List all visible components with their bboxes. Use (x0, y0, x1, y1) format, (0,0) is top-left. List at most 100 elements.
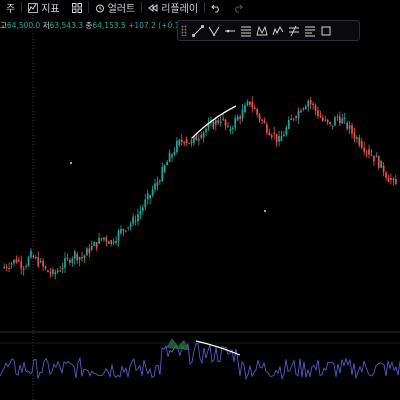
candle-body (149, 194, 151, 199)
candle-body (300, 110, 302, 113)
candle-body (292, 118, 295, 120)
candle-body (134, 220, 137, 222)
candle-body (73, 251, 76, 259)
candle-body (312, 103, 314, 106)
candle-body (297, 110, 300, 119)
candle-body (224, 119, 227, 126)
candle-body (176, 140, 178, 152)
candle-body (86, 248, 88, 256)
candle-body (326, 119, 329, 123)
candle-body (64, 257, 66, 268)
marker-dot (70, 162, 72, 164)
candle-body (49, 272, 52, 274)
candle-body (110, 240, 113, 244)
candle-body (246, 101, 249, 106)
candle-body (132, 216, 134, 224)
templates-button[interactable] (66, 0, 88, 15)
candle-body (93, 242, 96, 246)
candle-body (25, 265, 27, 267)
replay-button[interactable]: 리플레이 (142, 0, 204, 15)
alert-button[interactable]: 얼러트 (89, 0, 142, 15)
candle-body (222, 118, 224, 120)
candle-body (83, 255, 86, 258)
candle-body (154, 183, 156, 190)
candle-body (283, 134, 285, 137)
candle-body (239, 116, 241, 119)
redo-button[interactable] (227, 0, 249, 15)
candle-body (268, 132, 271, 136)
regression-trend-icon[interactable] (302, 22, 318, 39)
indicators-button[interactable]: 지표 (22, 0, 65, 15)
candle-body (141, 207, 144, 211)
candle-body (15, 259, 18, 263)
candle-body (275, 133, 278, 142)
indicator-line (0, 343, 400, 381)
candle-body (273, 132, 276, 134)
trend-line-icon[interactable] (190, 22, 206, 39)
candle-body (32, 255, 35, 258)
candle-body (195, 136, 198, 141)
candle-body (280, 136, 283, 141)
candle-body (59, 270, 62, 272)
candle-body (249, 101, 251, 105)
candle-body (380, 160, 383, 168)
candle-body (365, 151, 368, 153)
candle-body (173, 151, 176, 155)
candle-body (241, 109, 244, 119)
candle-body (163, 165, 166, 172)
pitchfork-icon[interactable] (206, 22, 222, 39)
candle-body (278, 135, 280, 142)
drag-handle-icon[interactable] (181, 25, 187, 36)
horizontal-ray-icon[interactable] (222, 22, 238, 39)
candle-body (331, 125, 334, 127)
candle-body (76, 253, 79, 261)
candle-body (54, 272, 57, 275)
undo-button[interactable] (205, 0, 227, 15)
indicators-icon (28, 2, 39, 13)
candle-body (129, 223, 132, 228)
redo-icon (233, 3, 243, 13)
replay-label: 리플레이 (161, 4, 199, 15)
candle-body (166, 161, 169, 166)
candle-body (348, 125, 351, 129)
elliott-wave-icon[interactable] (270, 22, 286, 39)
candle-body (112, 241, 115, 243)
candle-body (168, 152, 171, 162)
candle-body (90, 245, 93, 250)
candle-body (314, 105, 317, 111)
candle-body (343, 117, 346, 119)
candle-body (122, 228, 125, 231)
high-label: 고 (0, 21, 7, 30)
candle-body (302, 108, 305, 110)
indicators-label: 지표 (41, 4, 60, 15)
candle-body (66, 257, 69, 259)
xabcd-pattern-icon[interactable] (254, 22, 270, 39)
candle-body (124, 230, 127, 232)
candle-body (3, 266, 6, 269)
ohlc-legend: 고64,500.0 저63,543.3 종64,153.5 +107.2 (+0… (0, 20, 194, 31)
candle-body (363, 147, 366, 152)
candle-body (88, 248, 91, 254)
rewind-icon (148, 3, 158, 13)
candle-body (385, 172, 387, 178)
candle-body (214, 120, 217, 125)
fib-retracement-icon[interactable] (238, 22, 254, 39)
candle-body (139, 211, 142, 215)
candle-body (117, 230, 120, 242)
candle-body (156, 181, 159, 187)
candle-body (180, 139, 183, 142)
candle-body (236, 116, 239, 121)
top-toolbar: 주 지표 얼러트 리플레이 (0, 0, 400, 15)
gann-fan-icon[interactable] (286, 22, 302, 39)
candle-body (373, 155, 375, 162)
candle-body (105, 237, 108, 242)
interval-button[interactable]: 주 (0, 0, 21, 15)
candle-body (34, 257, 37, 259)
candle-body (263, 120, 266, 123)
candle-body (69, 259, 71, 263)
candle-body (387, 177, 390, 183)
rectangle-icon[interactable] (318, 22, 334, 39)
price-chart[interactable] (0, 0, 400, 400)
candle-body (178, 139, 181, 146)
candle-body (202, 132, 205, 138)
